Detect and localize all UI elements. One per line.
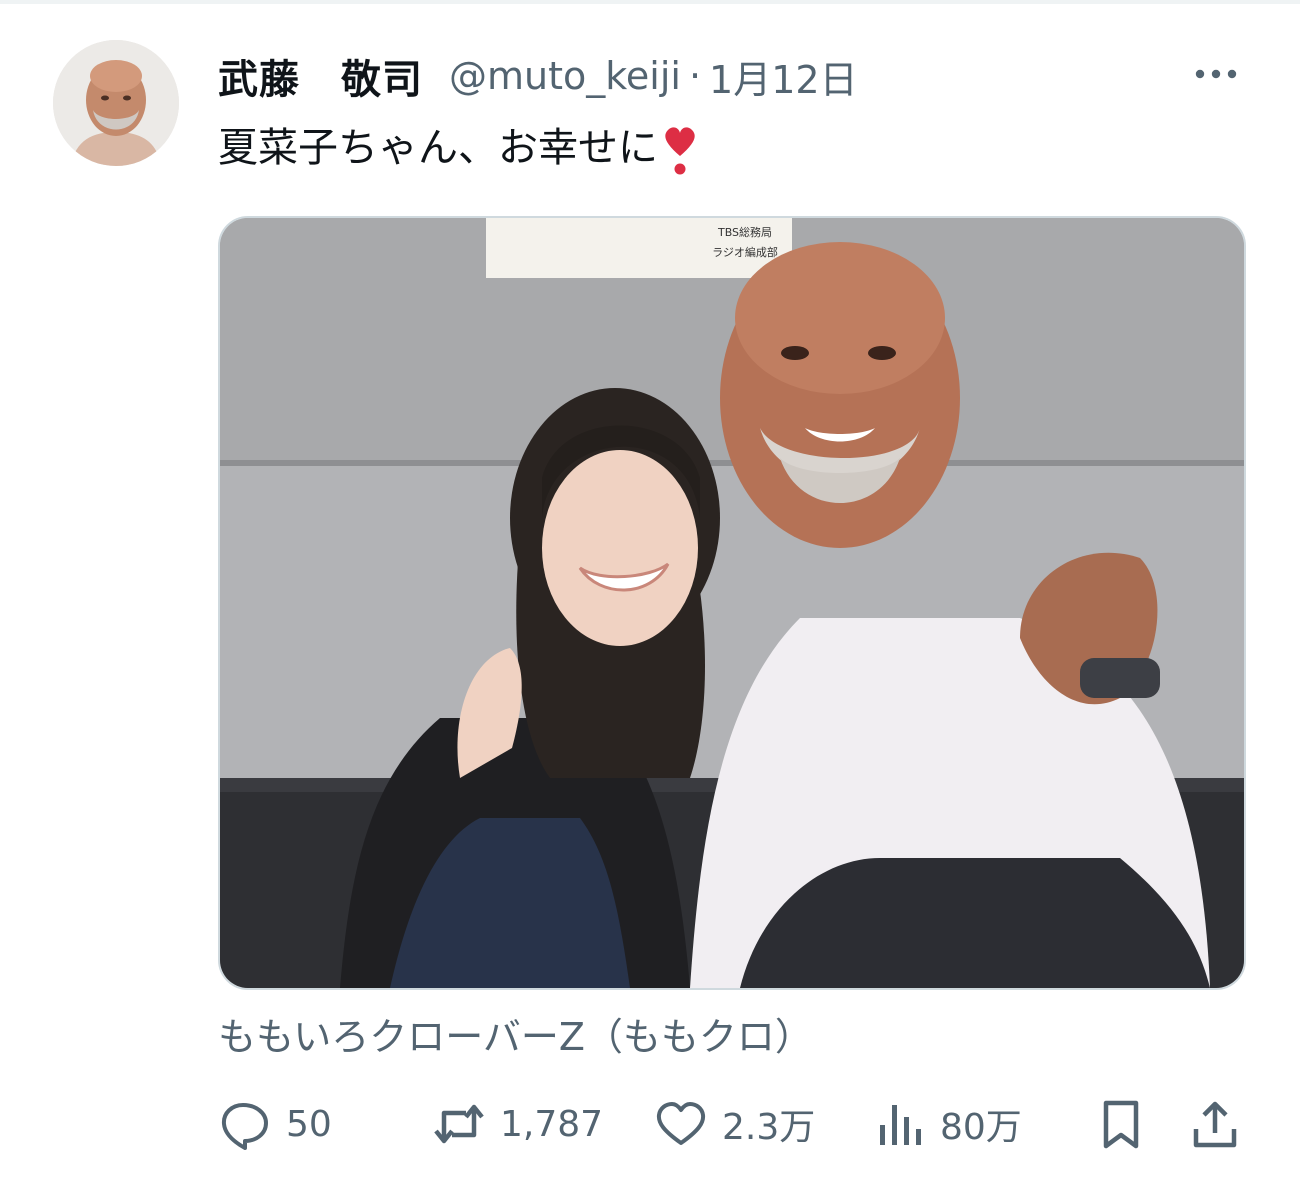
more-icon <box>1195 69 1237 79</box>
avatar-image <box>53 40 179 166</box>
user-handle[interactable]: @muto_keiji <box>449 54 681 98</box>
tweet-text-body: 夏菜子ちゃん、お幸せに <box>218 125 658 171</box>
more-button[interactable] <box>1188 54 1244 94</box>
display-name[interactable]: 武藤 敬司 <box>218 47 423 105</box>
tweet-photo[interactable]: TBS総務局 ラジオ編成部 <box>218 216 1246 990</box>
views-count: 80万 <box>940 1107 1022 1148</box>
retweet-icon <box>434 1104 484 1144</box>
share-button[interactable] <box>1188 1094 1242 1154</box>
svg-text:ラジオ編成部: ラジオ編成部 <box>712 245 778 259</box>
separator-dot: · <box>688 54 702 98</box>
reply-icon <box>221 1103 268 1150</box>
like-icon <box>656 1102 706 1145</box>
top-divider <box>0 0 1300 4</box>
photo-wall-sign: TBS総務局 <box>717 225 772 239</box>
reply-button[interactable]: 50 <box>218 1094 332 1154</box>
tweet-date[interactable]: 1月12日 <box>709 49 858 104</box>
retweet-button[interactable]: 1,787 <box>432 1094 603 1154</box>
like-count: 2.3万 <box>722 1107 816 1148</box>
share-icon <box>1193 1101 1237 1148</box>
avatar[interactable] <box>53 40 179 166</box>
tweet-header: 武藤 敬司 @muto_keiji · 1月12日 <box>218 48 858 104</box>
views-icon <box>880 1105 921 1145</box>
bookmark-icon <box>1103 1100 1139 1149</box>
like-button[interactable]: 2.3万 <box>654 1094 815 1154</box>
reply-count: 50 <box>286 1103 332 1145</box>
action-bar: 50 1,787 2.3万 80万 <box>218 1094 1246 1154</box>
bookmark-button[interactable] <box>1094 1094 1148 1154</box>
tweet-text: 夏菜子ちゃん、お幸せに <box>218 118 700 178</box>
topic-tag[interactable]: ももいろクローバーZ（ももクロ） <box>218 1006 813 1061</box>
views-button[interactable]: 80万 <box>872 1094 1022 1154</box>
retweet-count: 1,787 <box>500 1103 604 1145</box>
heavy-heart-exclamation-icon <box>660 122 700 178</box>
